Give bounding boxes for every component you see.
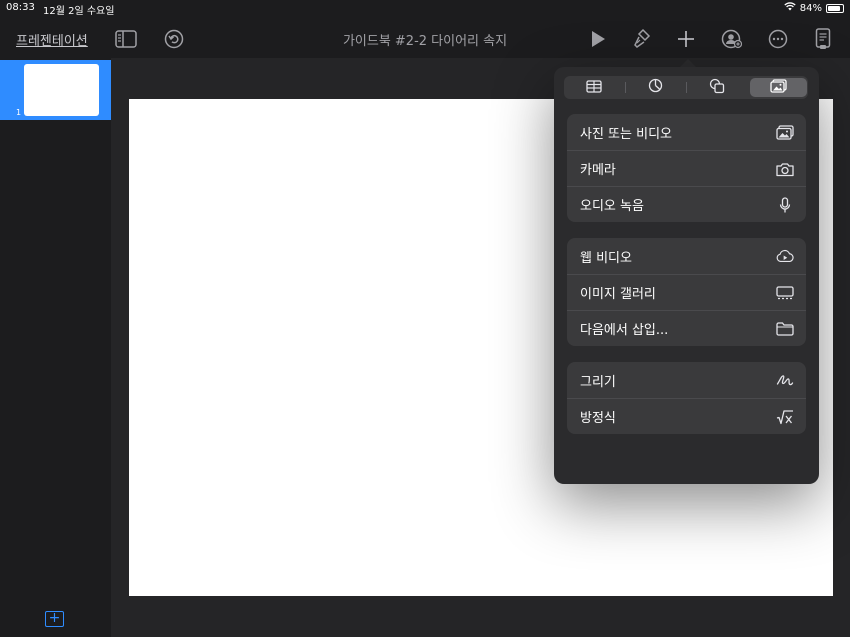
document-info-icon[interactable] [811, 27, 835, 51]
battery-icon [826, 3, 844, 13]
media-group-sources: 웹 비디오 이미지 갤러리 다음에서 삽입... [567, 238, 806, 346]
tab-divider [686, 82, 687, 93]
menu-item-camera[interactable]: 카메라 [567, 150, 806, 186]
menu-item-label: 오디오 녹음 [580, 199, 644, 214]
slide-thumbnail-selected[interactable]: 1 [0, 60, 111, 120]
cloud-play-icon [776, 247, 794, 265]
collaborate-icon[interactable] [719, 27, 743, 51]
tab-chart[interactable] [627, 78, 684, 97]
equation-icon [776, 408, 794, 426]
shapes-icon [709, 78, 725, 98]
battery-percent: 84% [799, 2, 822, 14]
microphone-icon [776, 196, 794, 214]
menu-item-label: 웹 비디오 [580, 250, 632, 266]
photo-icon [776, 123, 794, 141]
add-plus-icon[interactable] [674, 27, 698, 51]
gallery-icon [776, 284, 794, 302]
play-icon[interactable] [586, 27, 610, 51]
toolbar: 프레젠테이션 가이드북 #2-2 다이어리 속지 [0, 18, 850, 58]
menu-item-label: 방정식 [580, 411, 616, 426]
more-icon[interactable] [766, 27, 790, 51]
tab-table[interactable] [565, 78, 622, 97]
undo-icon[interactable] [162, 27, 186, 51]
drawing-icon [776, 371, 794, 389]
menu-item-label: 그리기 [580, 374, 616, 390]
insert-tabs [564, 76, 808, 99]
status-time: 08:33 [6, 2, 35, 13]
format-brush-icon[interactable] [630, 27, 654, 51]
menu-item-audio-record[interactable]: 오디오 녹음 [567, 186, 806, 222]
menu-item-image-gallery[interactable]: 이미지 갤러리 [567, 274, 806, 310]
tab-shape[interactable] [688, 78, 745, 97]
slide-navigator: 1 + [0, 58, 111, 637]
sidebar-toggle-icon[interactable] [114, 27, 138, 51]
status-bar: 08:33 12월 2일 수요일 84% [0, 0, 850, 17]
wifi-icon [784, 2, 796, 14]
media-group-tools: 그리기 방정식 [567, 362, 806, 434]
menu-item-photo-video[interactable]: 사진 또는 비디오 [567, 114, 806, 150]
folder-icon [776, 320, 794, 338]
menu-item-drawing[interactable]: 그리기 [567, 362, 806, 398]
menu-item-label: 사진 또는 비디오 [580, 126, 672, 142]
camera-icon [776, 160, 794, 178]
menu-item-label: 다음에서 삽입... [580, 323, 669, 338]
tab-media[interactable] [750, 78, 807, 97]
presentations-back-link[interactable]: 프레젠테이션 [16, 30, 88, 49]
insert-popover: 사진 또는 비디오 카메라 오디오 녹음 웹 비디오 이미지 갤러리 다음에서 … [554, 67, 819, 484]
menu-item-label: 카메라 [580, 163, 616, 178]
menu-item-insert-from[interactable]: 다음에서 삽입... [567, 310, 806, 346]
tab-divider [625, 82, 626, 93]
table-icon [585, 78, 602, 97]
add-slide-button[interactable]: + [45, 611, 64, 627]
slide-number: 1 [16, 108, 22, 117]
menu-item-label: 이미지 갤러리 [580, 287, 656, 302]
menu-item-web-video[interactable]: 웹 비디오 [567, 238, 806, 274]
keynote-app: 08:33 12월 2일 수요일 84% 프레젠테이션 가이드북 #2-2 다이… [0, 0, 850, 637]
status-date: 12월 2일 수요일 [43, 6, 115, 17]
slide-thumbnail-preview [24, 64, 99, 116]
menu-item-equation[interactable]: 방정식 [567, 398, 806, 434]
media-icon [770, 78, 787, 97]
media-group-capture: 사진 또는 비디오 카메라 오디오 녹음 [567, 114, 806, 222]
status-right: 84% [784, 2, 844, 14]
chart-icon [648, 78, 663, 97]
